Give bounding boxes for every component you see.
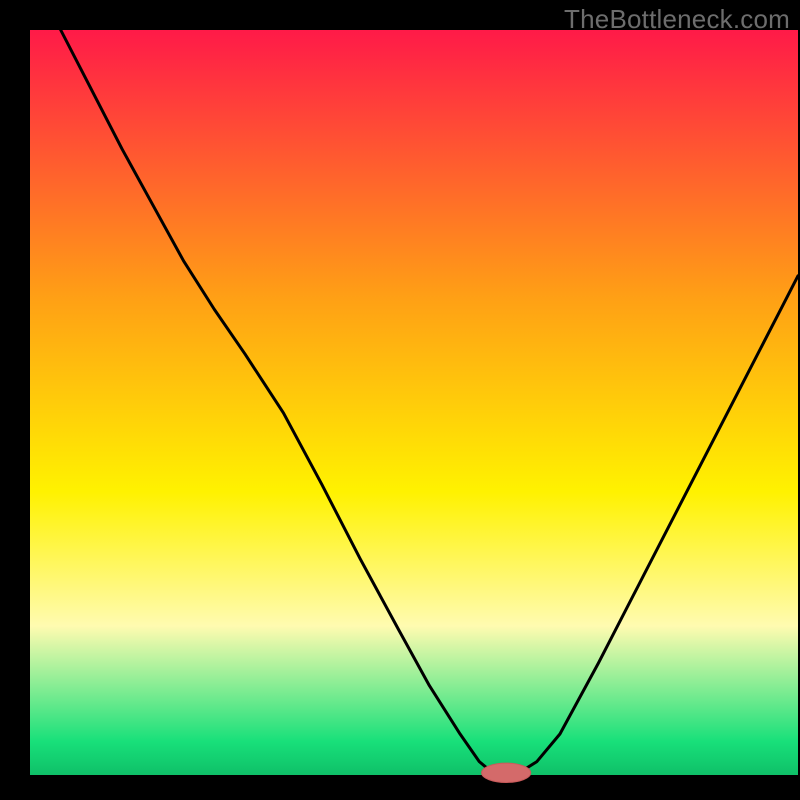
chart-frame: TheBottleneck.com xyxy=(0,0,800,800)
watermark-text: TheBottleneck.com xyxy=(564,4,790,35)
bottleneck-chart xyxy=(0,0,800,800)
optimum-marker xyxy=(482,763,531,782)
plot-background xyxy=(30,30,798,775)
